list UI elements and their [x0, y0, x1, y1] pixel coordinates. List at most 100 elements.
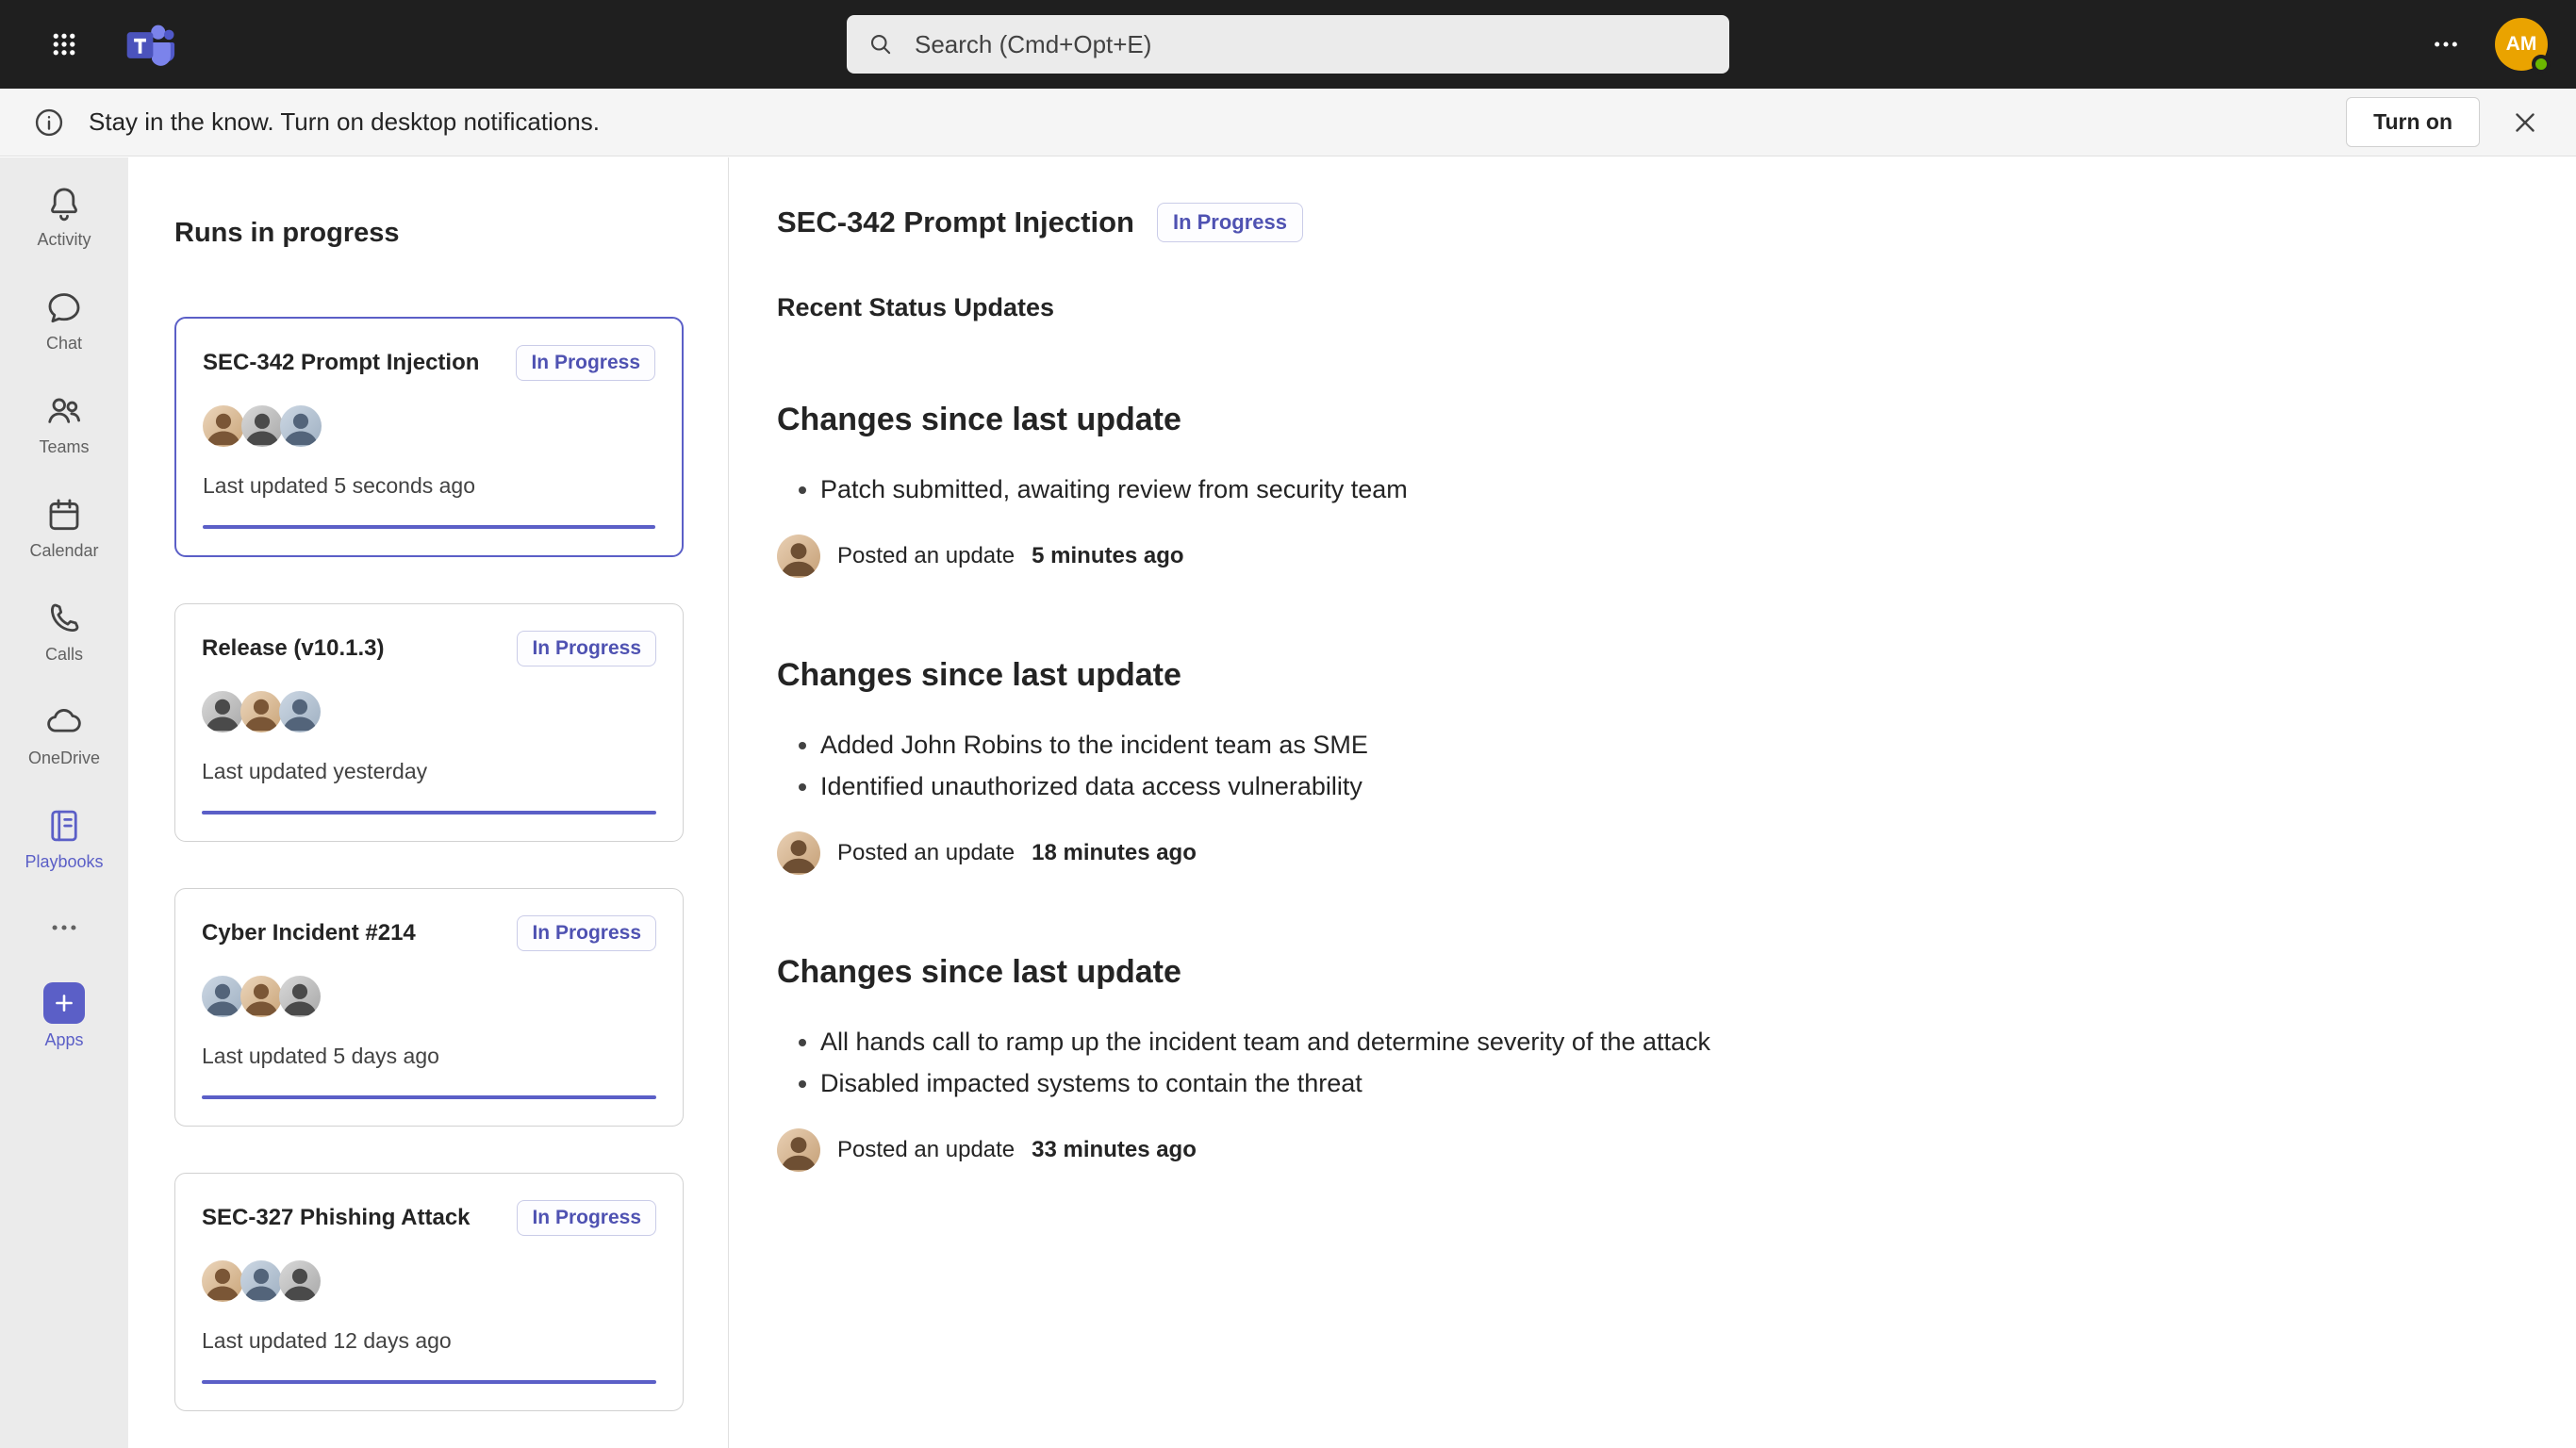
posted-label: Posted an update	[837, 543, 1015, 569]
run-card-title: SEC-342 Prompt Injection	[203, 350, 479, 376]
top-bar: AM	[0, 0, 2576, 89]
calendar-icon	[44, 495, 84, 535]
last-updated-text: Last updated 5 seconds ago	[203, 473, 655, 499]
sidebar-item-label: OneDrive	[28, 749, 100, 768]
run-card-title: Cyber Incident #214	[202, 920, 416, 946]
avatar	[777, 535, 820, 578]
last-updated-text: Last updated 5 days ago	[202, 1044, 656, 1069]
app-rail: Activity Chat Teams Calendar Calls On	[0, 157, 128, 1448]
profile-avatar[interactable]: AM	[2495, 18, 2548, 71]
search-box	[847, 15, 1729, 74]
posted-row: Posted an update 18 minutes ago	[777, 831, 2519, 875]
update-heading: Changes since last update	[777, 954, 2519, 991]
sidebar-more-button[interactable]	[0, 891, 128, 964]
run-card-sec-342[interactable]: SEC-342 Prompt Injection In Progress Las…	[174, 317, 684, 557]
teams-people-icon	[44, 391, 84, 431]
avatar	[240, 1260, 282, 1302]
status-badge: In Progress	[1157, 203, 1303, 242]
apps-plus-icon	[43, 982, 85, 1024]
sidebar-item-playbooks[interactable]: Playbooks	[0, 787, 128, 891]
status-update: Changes since last update Added John Rob…	[777, 657, 2519, 875]
avatar-group	[202, 1260, 656, 1302]
close-icon	[2509, 107, 2541, 139]
teams-logo-icon	[124, 19, 175, 70]
runs-panel: Runs in progress SEC-342 Prompt Injectio…	[128, 157, 729, 1448]
turn-on-button[interactable]: Turn on	[2346, 97, 2480, 147]
status-update: Changes since last update All hands call…	[777, 954, 2519, 1172]
posted-label: Posted an update	[837, 1137, 1015, 1163]
update-bullet: Identified unauthorized data access vuln…	[820, 765, 2519, 807]
profile-initials: AM	[2506, 33, 2537, 56]
run-card-release[interactable]: Release (v10.1.3) In Progress Last updat…	[174, 603, 684, 842]
update-heading: Changes since last update	[777, 402, 2519, 438]
cloud-icon	[44, 702, 84, 742]
banner-close-button[interactable]	[2502, 100, 2548, 145]
progress-bar	[202, 811, 656, 814]
update-heading: Changes since last update	[777, 657, 2519, 694]
avatar	[279, 691, 321, 732]
run-card-title: SEC-327 Phishing Attack	[202, 1205, 471, 1231]
progress-bar	[202, 1095, 656, 1099]
sidebar-item-label: Chat	[46, 334, 82, 354]
sidebar-item-label: Teams	[39, 437, 89, 457]
update-bullets: Patch submitted, awaiting review from se…	[777, 469, 2519, 510]
status-badge: In Progress	[516, 345, 655, 381]
sidebar-item-label: Activity	[37, 230, 91, 250]
progress-bar	[202, 1380, 656, 1384]
avatar	[240, 976, 282, 1017]
status-badge: In Progress	[517, 631, 656, 666]
avatar	[203, 405, 244, 447]
notification-banner: Stay in the know. Turn on desktop notifi…	[0, 89, 2576, 156]
search-input[interactable]	[847, 15, 1729, 74]
avatar	[202, 691, 243, 732]
sidebar-item-label: Apps	[44, 1030, 83, 1050]
posted-time: 33 minutes ago	[1032, 1137, 1197, 1163]
sidebar-item-onedrive[interactable]: OneDrive	[0, 683, 128, 787]
posted-label: Posted an update	[837, 840, 1015, 866]
progress-bar	[203, 525, 655, 529]
sidebar-item-chat[interactable]: Chat	[0, 269, 128, 372]
chat-icon	[44, 288, 84, 327]
sidebar-item-label: Calls	[45, 645, 83, 665]
avatar	[241, 405, 283, 447]
phone-icon	[44, 599, 84, 638]
sidebar-item-calendar[interactable]: Calendar	[0, 476, 128, 580]
run-card-sec-327[interactable]: SEC-327 Phishing Attack In Progress Last…	[174, 1173, 684, 1411]
posted-time: 5 minutes ago	[1032, 543, 1183, 569]
update-bullets: Added John Robins to the incident team a…	[777, 724, 2519, 807]
playbooks-icon	[44, 806, 84, 846]
avatar-group	[203, 405, 655, 447]
run-card-cyber-incident[interactable]: Cyber Incident #214 In Progress Last upd…	[174, 888, 684, 1127]
status-badge: In Progress	[517, 1200, 656, 1236]
presence-available-icon	[2532, 55, 2551, 74]
avatar-group	[202, 976, 656, 1017]
status-badge: In Progress	[517, 915, 656, 951]
avatar	[777, 1128, 820, 1172]
more-icon	[48, 912, 80, 944]
sidebar-item-calls[interactable]: Calls	[0, 580, 128, 683]
sidebar-item-activity[interactable]: Activity	[0, 165, 128, 269]
avatar	[279, 976, 321, 1017]
sidebar-item-label: Playbooks	[25, 852, 103, 872]
posted-row: Posted an update 33 minutes ago	[777, 1128, 2519, 1172]
sidebar-item-teams[interactable]: Teams	[0, 372, 128, 476]
avatar	[202, 1260, 243, 1302]
status-update: Changes since last update Patch submitte…	[777, 402, 2519, 578]
run-card-title: Release (v10.1.3)	[202, 635, 384, 662]
update-bullet: Disabled impacted systems to contain the…	[820, 1062, 2519, 1104]
avatar	[202, 976, 243, 1017]
more-options-button[interactable]	[2423, 22, 2469, 67]
bell-icon	[44, 184, 84, 223]
section-title: Recent Status Updates	[777, 293, 2519, 322]
panel-title: Runs in progress	[174, 218, 683, 249]
run-detail: SEC-342 Prompt Injection In Progress Rec…	[730, 157, 2576, 1448]
avatar-group	[202, 691, 656, 732]
sidebar-item-apps[interactable]: Apps	[0, 964, 128, 1068]
avatar	[240, 691, 282, 732]
avatar	[279, 1260, 321, 1302]
waffle-menu-button[interactable]	[41, 22, 87, 67]
page-title: SEC-342 Prompt Injection	[777, 206, 1134, 239]
update-bullet: Added John Robins to the incident team a…	[820, 724, 2519, 765]
sidebar-item-label: Calendar	[29, 541, 98, 561]
update-bullet: All hands call to ramp up the incident t…	[820, 1021, 2519, 1062]
